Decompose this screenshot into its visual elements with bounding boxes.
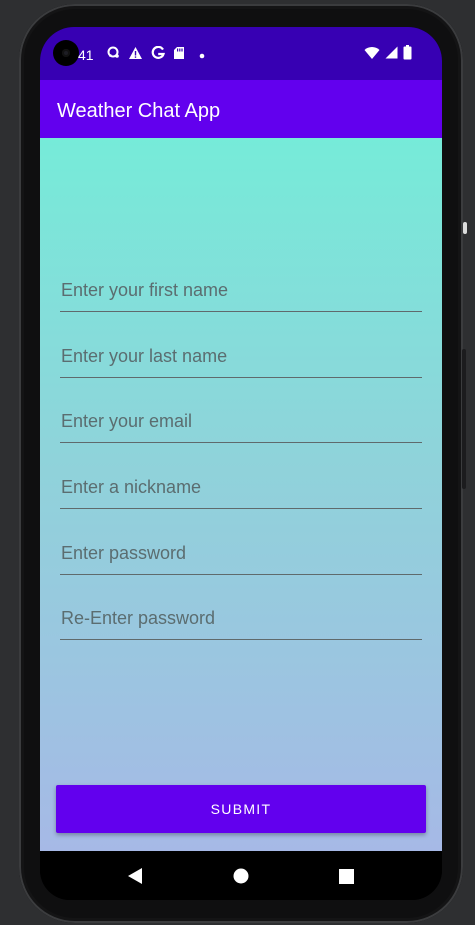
password-field[interactable] [60, 534, 422, 575]
status-bar: 41 [40, 27, 442, 80]
status-time: 41 [78, 47, 94, 63]
cellular-signal-icon [385, 46, 398, 64]
dot-icon [199, 46, 205, 64]
email-field[interactable] [60, 402, 422, 443]
navigation-bar [40, 851, 442, 900]
front-camera [53, 40, 79, 66]
sync-icon [106, 46, 120, 65]
notification-icons [106, 45, 205, 65]
app-title: Weather Chat App [57, 100, 221, 122]
confirm-password-field[interactable] [60, 599, 422, 640]
last-name-field[interactable] [60, 337, 422, 378]
sd-card-icon [173, 46, 185, 65]
first-name-input[interactable] [61, 277, 417, 303]
back-icon[interactable] [122, 863, 148, 889]
system-status-icons [364, 45, 412, 65]
device-screen: 41 Weather Chat App Enter your first nam… [40, 27, 442, 900]
email-input[interactable] [61, 408, 417, 434]
home-icon[interactable] [228, 863, 254, 889]
battery-icon [403, 45, 412, 65]
volume-button [463, 222, 467, 234]
wifi-icon [364, 46, 380, 65]
last-name-input[interactable] [61, 343, 417, 369]
nickname-field[interactable] [60, 468, 422, 509]
nickname-input[interactable] [61, 474, 417, 500]
registration-form: SUBMIT [40, 138, 442, 851]
confirm-password-input[interactable] [61, 605, 417, 631]
submit-button[interactable]: SUBMIT [56, 785, 426, 833]
google-g-icon [151, 45, 165, 65]
app-bar: Weather Chat App [40, 80, 442, 138]
warning-icon [128, 46, 143, 65]
password-input[interactable] [61, 540, 417, 566]
power-button [462, 349, 466, 489]
first-name-field[interactable] [60, 271, 422, 312]
recents-icon[interactable] [333, 863, 359, 889]
